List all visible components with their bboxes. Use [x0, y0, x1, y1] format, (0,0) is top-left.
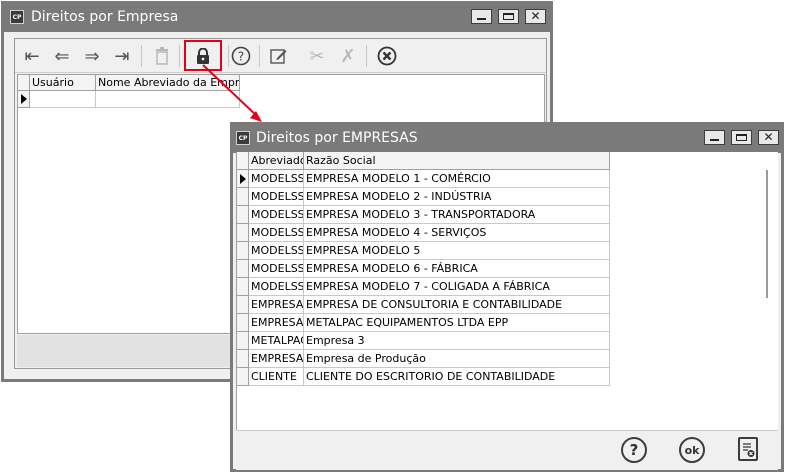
help-icon: ?	[231, 46, 251, 66]
edit-icon	[270, 49, 287, 64]
column-header-razao-social[interactable]: Razão Social	[304, 152, 610, 170]
cut-button[interactable]: ✂	[304, 43, 330, 69]
ok-label: ok	[684, 443, 700, 457]
maximize-button[interactable]	[731, 130, 752, 145]
dialog-footer: ? ok	[236, 430, 778, 470]
row-indicator	[237, 188, 249, 206]
first-record-button[interactable]: ⇤	[19, 43, 45, 69]
close-button[interactable]: ✕	[758, 130, 779, 145]
cell-razao-social[interactable]: EMPRESA MODELO 1 - COMÉRCIO	[304, 170, 610, 188]
column-header-nome-abreviado[interactable]: Nome Abreviado da Empresa	[96, 75, 240, 91]
minimize-button[interactable]	[471, 9, 492, 24]
window-title: Direitos por Empresa	[31, 9, 179, 25]
close-circle-icon	[377, 46, 397, 66]
grid-cell[interactable]	[30, 91, 96, 108]
companies-grid[interactable]: Abreviado Razão Social MODELSS EMPRESA MO…	[236, 152, 755, 430]
scrollbar-thumb[interactable]	[766, 170, 768, 298]
column-header-usuario[interactable]: Usuário	[30, 75, 96, 91]
titlebar[interactable]: CP Direitos por Empresa ✕	[4, 4, 550, 32]
help-icon: ?	[629, 441, 639, 459]
cell-abreviado[interactable]: MODELSS2	[249, 188, 304, 206]
exit-button[interactable]	[374, 43, 400, 69]
cancel-button[interactable]: ✗	[335, 43, 361, 69]
delete-button[interactable]	[149, 43, 175, 69]
cell-razao-social[interactable]: EMPRESA MODELO 6 - FÁBRICA	[304, 260, 610, 278]
toolbar-separator	[259, 45, 260, 67]
current-row-arrow-icon	[240, 174, 246, 184]
arrow-right-icon: ⇒	[84, 45, 100, 67]
row-indicator	[18, 91, 30, 108]
last-record-button[interactable]: ⇥	[109, 43, 135, 69]
grid-corner	[237, 152, 249, 170]
x-icon: ✗	[340, 45, 356, 67]
cell-abreviado[interactable]: METALPAC	[249, 332, 304, 350]
cell-razao-social[interactable]: EMPRESA DE CONSULTORIA E CONTABILIDADE	[304, 296, 610, 314]
cell-razao-social[interactable]: CLIENTE DO ESCRITORIO DE CONTABILIDADE	[304, 368, 610, 386]
row-indicator	[237, 224, 249, 242]
ok-button[interactable]: ok	[679, 437, 705, 463]
row-indicator	[237, 260, 249, 278]
cancel-button[interactable]	[738, 437, 758, 461]
cell-razao-social[interactable]: EMPRESA MODELO 7 - COLIGADA A FÁBRICA	[304, 278, 610, 296]
trash-icon	[156, 47, 168, 65]
vertical-scrollbar[interactable]	[755, 152, 778, 430]
help-button[interactable]: ?	[621, 437, 647, 463]
toolbar-separator	[141, 45, 142, 67]
scissors-icon: ✂	[309, 45, 325, 67]
row-indicator	[237, 296, 249, 314]
arrow-left-icon: ⇐	[54, 45, 70, 67]
cell-abreviado[interactable]: EMPRESA1	[249, 296, 304, 314]
window-direitos-por-empresas: CP Direitos por EMPRESAS ✕ Abreviado Raz…	[230, 122, 784, 472]
row-indicator	[237, 242, 249, 260]
row-indicator	[237, 332, 249, 350]
grid-cell[interactable]	[96, 91, 240, 108]
cell-razao-social[interactable]: Empresa de Produção	[304, 350, 610, 368]
toolbar-separator	[366, 45, 367, 67]
cell-abreviado[interactable]: MODELSS3	[249, 206, 304, 224]
cell-razao-social[interactable]: EMPRESA MODELO 4 - SERVIÇOS	[304, 224, 610, 242]
cell-razao-social[interactable]: EMPRESA MODELO 5	[304, 242, 610, 260]
cell-abreviado[interactable]: MODELSS4	[249, 224, 304, 242]
cell-razao-social[interactable]: Empresa 3	[304, 332, 610, 350]
cell-abreviado[interactable]: MODELSS6	[249, 260, 304, 278]
lock-button-highlight	[184, 40, 222, 71]
app-icon: CP	[10, 10, 24, 24]
grid-corner	[18, 75, 30, 91]
titlebar[interactable]: CP Direitos por EMPRESAS ✕	[233, 125, 781, 153]
edit-button[interactable]	[266, 43, 292, 69]
next-record-button[interactable]: ⇒	[79, 43, 105, 69]
row-indicator	[237, 206, 249, 224]
last-record-icon: ⇥	[114, 45, 130, 67]
cell-razao-social[interactable]: METALPAC EQUIPAMENTOS LTDA EPP	[304, 314, 610, 332]
previous-record-button[interactable]: ⇐	[49, 43, 75, 69]
window-title: Direitos por EMPRESAS	[256, 130, 418, 146]
close-button[interactable]: ✕	[525, 9, 546, 24]
cell-razao-social[interactable]: EMPRESA MODELO 3 - TRANSPORTADORA	[304, 206, 610, 224]
document-cancel-icon	[743, 443, 755, 457]
help-button[interactable]: ?	[228, 43, 254, 69]
row-indicator	[237, 368, 249, 386]
current-row-arrow-icon	[21, 94, 27, 104]
row-indicator	[237, 350, 249, 368]
minimize-button[interactable]	[704, 130, 725, 145]
cell-abreviado[interactable]: EMPRESA	[249, 350, 304, 368]
cell-razao-social[interactable]: EMPRESA MODELO 2 - INDÚSTRIA	[304, 188, 610, 206]
app-icon: CP	[236, 131, 250, 145]
row-indicator	[237, 278, 249, 296]
row-indicator	[237, 170, 249, 188]
svg-text:?: ?	[238, 50, 244, 64]
cell-abreviado[interactable]: MODELSS5	[249, 242, 304, 260]
maximize-button[interactable]	[498, 9, 519, 24]
row-indicator	[237, 314, 249, 332]
cell-abreviado[interactable]: EMPRESA2	[249, 314, 304, 332]
cell-abreviado[interactable]: MODELSS7	[249, 278, 304, 296]
first-record-icon: ⇤	[24, 45, 40, 67]
column-header-abreviado[interactable]: Abreviado	[249, 152, 304, 170]
cell-abreviado[interactable]: MODELSS	[249, 170, 304, 188]
toolbar: ⇤ ⇐ ⇒ ⇥ ? ✂ ✗	[15, 39, 546, 73]
cell-abreviado[interactable]: CLIENTE	[249, 368, 304, 386]
toolbar-separator	[179, 45, 180, 67]
